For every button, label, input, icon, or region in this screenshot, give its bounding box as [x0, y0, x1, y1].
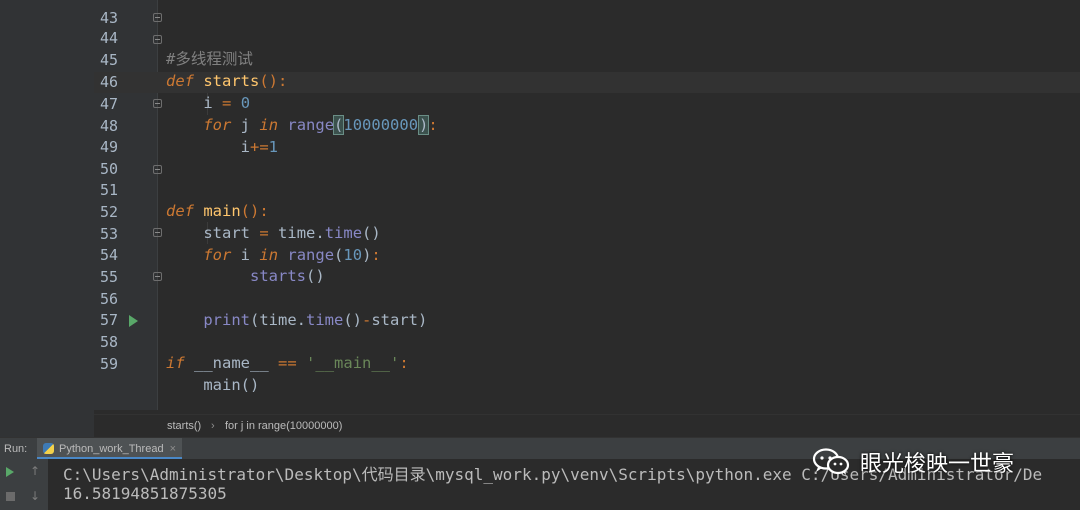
- operator: ==: [278, 354, 297, 373]
- code-line-45: 45 def starts():: [0, 28, 1080, 91]
- run-tab-python-work-thread[interactable]: Python_work_Thread ×: [37, 438, 182, 460]
- close-icon[interactable]: ×: [170, 443, 176, 455]
- code-line-51: 51 def main():: [0, 158, 1080, 221]
- code-line-46: 46 i = 0: [0, 50, 1080, 113]
- code-line-59: 59 main(): [0, 332, 1080, 395]
- fold-marker-icon[interactable]: [153, 165, 162, 174]
- breadcrumb-separator: ›: [211, 420, 215, 432]
- code-line-56: 56 print(time.time()-start): [0, 267, 1080, 330]
- call-parens: (): [240, 376, 260, 395]
- code-line-48: 48 i+=1: [0, 94, 1080, 157]
- code-line-49: 49: [0, 115, 1080, 156]
- fold-marker-icon[interactable]: [153, 272, 162, 281]
- rerun-icon[interactable]: [6, 467, 14, 477]
- run-gutter-icon[interactable]: [129, 315, 138, 327]
- console-line-result: 16.58194851875305: [63, 484, 227, 503]
- breadcrumb-item-loop[interactable]: for j in range(10000000): [225, 415, 342, 437]
- fold-marker-icon[interactable]: [153, 13, 162, 22]
- dunder-name: __name__: [194, 354, 269, 373]
- line-number: 59: [99, 354, 118, 373]
- code-line-55: 55: [0, 245, 1080, 286]
- wechat-logo-icon: [812, 448, 850, 475]
- punctuation: :: [399, 354, 409, 373]
- arrow-down-icon[interactable]: ↓: [30, 489, 40, 503]
- run-label: Run:: [4, 443, 28, 455]
- code-line-58: 58 if __name__ == '__main__':: [0, 310, 1080, 373]
- stop-icon[interactable]: [6, 492, 15, 501]
- code-text: if __name__ == '__main__':: [166, 353, 409, 375]
- breadcrumb-item-function[interactable]: starts(): [167, 415, 201, 437]
- fold-marker-icon[interactable]: [153, 99, 162, 108]
- code-line-47: 47 for j in range(10000000):: [0, 72, 1080, 136]
- function-call: main: [203, 376, 241, 395]
- run-tab-label: Python_work_Thread: [59, 443, 164, 455]
- code-line-57: 57: [0, 288, 1080, 329]
- code-text: main(): [166, 375, 259, 397]
- code-line-44: 44 #多线程测试: [0, 6, 1080, 69]
- fold-marker-icon[interactable]: [153, 35, 162, 44]
- code-line-54: 54 starts(): [0, 223, 1080, 286]
- keyword: if: [166, 354, 185, 373]
- code-line-50: 50: [0, 137, 1080, 178]
- python-icon: [43, 443, 54, 454]
- code-line-53: 53 for i in range(10):: [0, 202, 1080, 265]
- watermark-text: 眼光梭映一世豪: [860, 452, 1015, 477]
- code-line-52: 52 start = time.time(): [0, 180, 1080, 243]
- arrow-up-icon[interactable]: ↑: [30, 464, 40, 478]
- breadcrumb: starts() › for j in range(10000000): [94, 414, 1080, 437]
- string-literal: '__main__': [306, 354, 400, 373]
- fold-marker-icon[interactable]: [153, 228, 162, 237]
